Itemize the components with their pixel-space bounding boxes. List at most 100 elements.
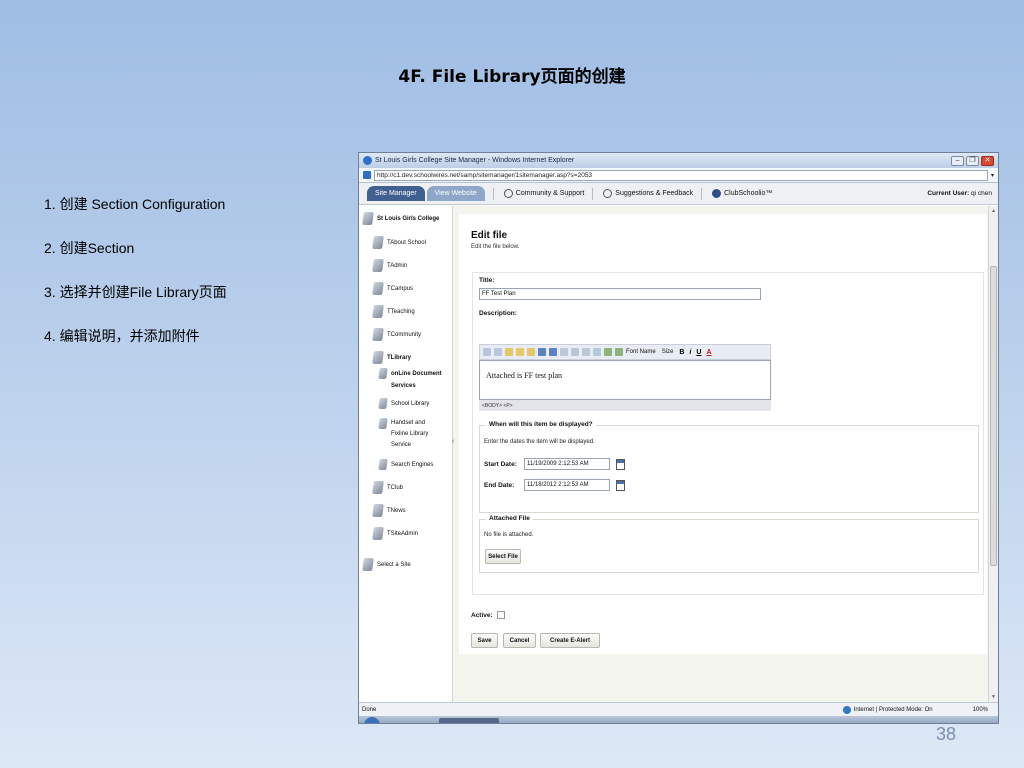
vertical-scrollbar[interactable]: ▲ ▼: [988, 206, 998, 702]
save-button[interactable]: Save: [471, 633, 498, 648]
redo-icon[interactable]: [549, 348, 557, 356]
channel-open-icon: [372, 351, 384, 364]
collapse-arrow-icon[interactable]: ‹: [452, 438, 454, 445]
paste-word-icon[interactable]: [527, 348, 535, 356]
sidebar-item-online-docs[interactable]: onLine Document Services: [378, 368, 451, 392]
start-date-field[interactable]: 11/19/2009 2:12:53 AM: [524, 458, 610, 470]
scrollbar-thumb[interactable]: [990, 266, 997, 566]
tab-site-manager[interactable]: Site Manager: [367, 186, 425, 201]
sidebar-item-label: TCommunity: [387, 331, 422, 338]
sidebar-item-label: TLibrary: [387, 354, 412, 361]
active-checkbox[interactable]: [497, 611, 505, 619]
sidebar-item-search-engines[interactable]: Search Engines: [378, 459, 433, 470]
channel-icon: [372, 305, 384, 318]
club-icon: [712, 189, 722, 198]
sidebar-item-community[interactable]: TCommunity: [372, 328, 422, 341]
channel-icon: [372, 236, 384, 249]
url-field[interactable]: http://c1.dev.schoolwires.net/samp/sitem…: [374, 169, 988, 181]
sidebar-item-school-library[interactable]: School Library: [378, 398, 429, 409]
create-e-alert-button[interactable]: Create E-Alert: [540, 633, 600, 648]
divider: [492, 187, 494, 200]
align-right-icon[interactable]: [593, 348, 601, 356]
window-titlebar: St Louis Girls College Site Manager - Wi…: [359, 153, 998, 168]
scroll-down-icon[interactable]: ▼: [991, 694, 996, 700]
chevron-down-icon[interactable]: ▾: [991, 172, 994, 179]
special-char-icon[interactable]: [560, 348, 568, 356]
taskbar: [359, 716, 998, 723]
sidebar-item-root[interactable]: St Louis Girls College: [362, 212, 440, 225]
align-center-icon[interactable]: [582, 348, 590, 356]
site-tree-sidebar: St Louis Girls College TAbout School TAd…: [359, 206, 453, 702]
cancel-button[interactable]: Cancel: [503, 633, 536, 648]
community-label: Community & Support: [515, 190, 585, 197]
sidebar-item-about[interactable]: TAbout School: [372, 236, 426, 249]
insert-image-icon[interactable]: [604, 348, 612, 356]
clubschoolio-link[interactable]: ClubSchoolio™: [712, 189, 772, 198]
description-editor[interactable]: Attached is FF test plan: [479, 360, 771, 400]
close-button[interactable]: ✕: [981, 155, 994, 166]
calendar-icon[interactable]: [616, 459, 625, 470]
copy-icon[interactable]: [505, 348, 513, 356]
spellcheck-icon[interactable]: [483, 348, 491, 356]
minimize-button[interactable]: –: [951, 155, 964, 166]
sidebar-item-label: St Louis Girls College: [377, 215, 440, 222]
taskbar-item[interactable]: [439, 718, 499, 723]
align-left-icon[interactable]: [571, 348, 579, 356]
section-icon: [378, 368, 388, 379]
zoom-level[interactable]: 100%: [973, 707, 988, 713]
attached-file-status: No file is attached.: [484, 532, 534, 538]
community-link[interactable]: Community & Support: [503, 189, 585, 198]
sidebar-item-handset[interactable]: Handset and Fixline Library Service: [378, 418, 449, 451]
select-file-button[interactable]: Select File: [485, 549, 521, 564]
security-zone-label: Internet | Protected Mode: On: [853, 706, 933, 713]
page-title: Edit file: [471, 230, 508, 241]
sidebar-item-siteadmin[interactable]: TSiteAdmin: [372, 527, 418, 540]
restore-button[interactable]: ❐: [966, 155, 979, 166]
sidebar-item-label: onLine Document Services: [391, 371, 442, 389]
security-zone[interactable]: Internet | Protected Mode: On: [842, 705, 933, 714]
cut-icon[interactable]: [494, 348, 502, 356]
scroll-up-icon[interactable]: ▲: [991, 208, 996, 214]
divider: [592, 187, 594, 200]
page-subtitle: Edit the file below.: [471, 244, 520, 250]
sidebar-item-teaching[interactable]: TTeaching: [372, 305, 415, 318]
sidebar-item-admin[interactable]: TAdmin: [372, 259, 407, 272]
page-icon: [363, 171, 371, 179]
sidebar-item-library[interactable]: TLibrary: [372, 351, 412, 364]
sidebar-item-news[interactable]: TNews: [372, 504, 406, 517]
site-manager-navbar: Site Manager View Website Community & Su…: [359, 183, 998, 205]
title-field[interactable]: FF Test Plan: [479, 288, 761, 300]
insert-link-icon[interactable]: [615, 348, 623, 356]
paste-icon[interactable]: [516, 348, 524, 356]
undo-icon[interactable]: [538, 348, 546, 356]
italic-button[interactable]: i: [689, 349, 691, 356]
font-size-select[interactable]: Size: [662, 349, 674, 355]
ie-logo-icon: [363, 156, 372, 165]
clubschoolio-label: ClubSchoolio™: [724, 190, 773, 197]
tab-view-website[interactable]: View Website: [426, 186, 485, 201]
end-date-field[interactable]: 11/18/2012 2:12:53 AM: [524, 479, 610, 491]
start-date-label: Start Date:: [484, 461, 517, 468]
edit-file-form: Edit file Edit the file below. Title: FF…: [459, 214, 987, 654]
sidebar-item-label: TClub: [387, 484, 404, 491]
section-icon: [378, 418, 388, 429]
calendar-icon[interactable]: [616, 480, 625, 491]
end-date-label: End Date:: [484, 482, 515, 489]
attached-file-legend: Attached File: [486, 515, 533, 522]
font-name-select[interactable]: Font Name: [626, 349, 656, 355]
description-label: Description:: [479, 310, 517, 317]
font-color-button[interactable]: A: [706, 349, 711, 356]
channel-icon: [372, 328, 384, 341]
sidebar-item-club[interactable]: TClub: [372, 481, 404, 494]
channel-icon: [372, 282, 384, 295]
bold-button[interactable]: B: [679, 349, 684, 356]
steps-list: 1. 创建 Section Configuration 2. 创建Section…: [44, 196, 227, 372]
school-icon: [362, 212, 374, 225]
underline-button[interactable]: U: [696, 349, 701, 356]
suggestions-link[interactable]: Suggestions & Feedback: [603, 189, 693, 198]
select-site-label: Select a Site: [377, 561, 411, 568]
sidebar-item-campus[interactable]: TCampus: [372, 282, 413, 295]
status-bar: Done Internet | Protected Mode: On 100%: [359, 702, 998, 716]
start-button[interactable]: [364, 717, 380, 723]
select-site-link[interactable]: Select a Site: [362, 558, 411, 571]
